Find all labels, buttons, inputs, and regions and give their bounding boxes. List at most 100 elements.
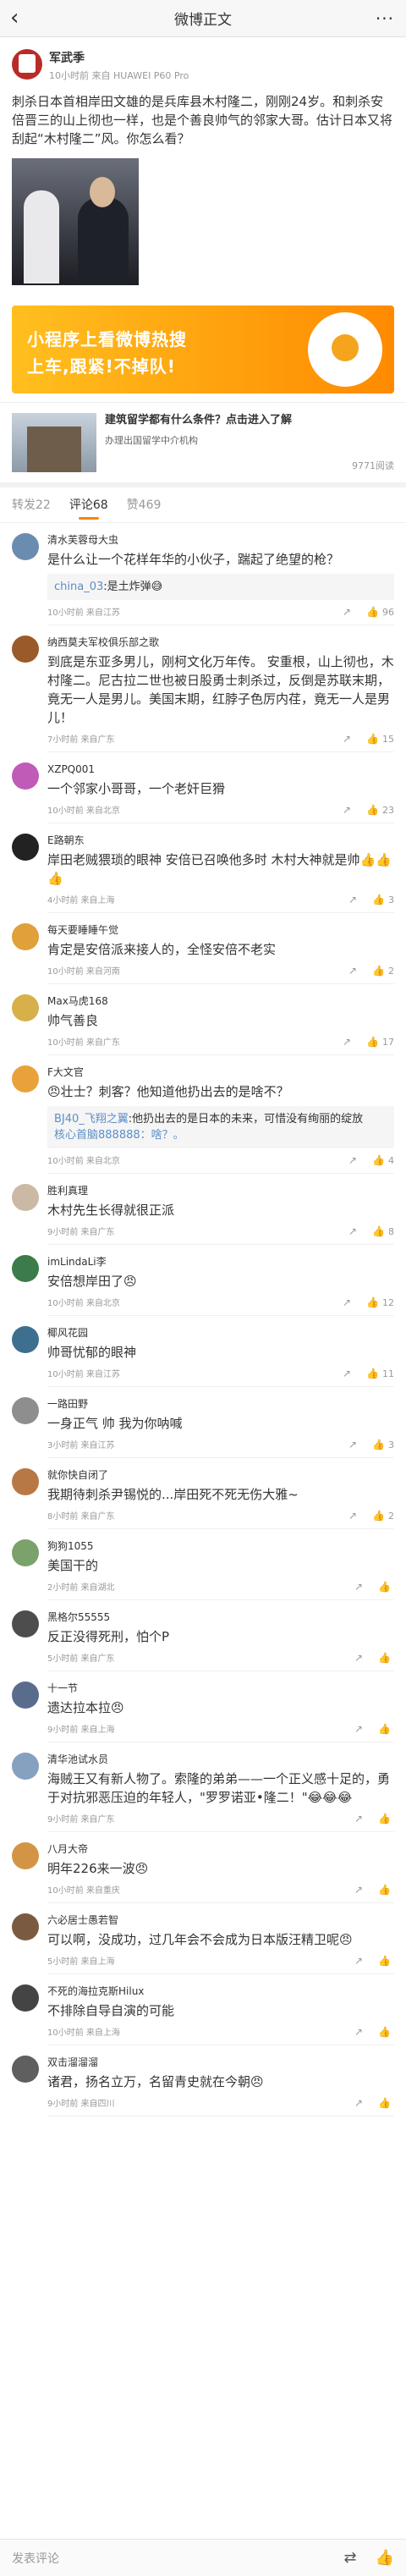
avatar[interactable] xyxy=(12,1397,39,1424)
share-icon[interactable]: ↗ xyxy=(354,2026,363,2038)
comment-item[interactable]: XZPQ001 一个邻家小哥哥，一个老奸巨猾 10小时前 来自北京 ↗ 👍 23 xyxy=(0,752,406,823)
share-icon[interactable]: ↗ xyxy=(354,1884,363,1896)
reply-preview[interactable]: china_03:是土炸弹😅 xyxy=(47,574,394,600)
avatar[interactable] xyxy=(12,533,39,560)
like-icon[interactable]: 👍 xyxy=(366,733,379,745)
comment-item[interactable]: imLindaLi李 安倍想岸田了😠 10小时前 来自北京 ↗ 👍 12 xyxy=(0,1245,406,1316)
like-icon[interactable]: 👍 xyxy=(376,2549,394,2567)
avatar[interactable] xyxy=(12,834,39,861)
commenter-name[interactable]: E路朝东 xyxy=(47,834,394,847)
comment-item[interactable]: 黑格尔55555 反正没得死刑，怕个P 5小时前 来自广东 ↗ 👍 xyxy=(0,1600,406,1671)
like-icon[interactable]: 👍 xyxy=(366,1036,379,1048)
comment-item[interactable]: E路朝东 岸田老贼猥琐的眼神 安倍已召唤他多时 木村大神就是帅👍👍👍 4小时前 来自… xyxy=(0,823,406,913)
commenter-name[interactable]: XZPQ001 xyxy=(47,762,394,776)
share-icon[interactable]: ↗ xyxy=(348,1510,357,1522)
like-icon[interactable]: 👍 xyxy=(372,1439,385,1450)
like-icon[interactable]: 👍 xyxy=(372,1225,385,1237)
reply-author[interactable]: china_03 xyxy=(54,581,103,593)
comment-item[interactable]: 胜利真理 木村先生长得就很正派 9小时前 来自广东 ↗ 👍 8 xyxy=(0,1174,406,1245)
commenter-name[interactable]: 椰风花园 xyxy=(47,1326,394,1340)
reply-preview[interactable]: BJ40_飞翔之翼:他扔出去的是日本的未来，可惜没有绚丽的绽放 核心首脑88888… xyxy=(47,1106,394,1148)
avatar[interactable] xyxy=(12,1984,39,2012)
like-icon[interactable]: 👍 xyxy=(378,1652,391,1664)
comment-item[interactable]: F大文官 😠壮士？刺客？他知道他扔出去的是啥不？ BJ40_飞翔之翼:他扔出去的是日… xyxy=(0,1055,406,1174)
chevron-left-icon[interactable]: ‹ xyxy=(10,7,30,30)
avatar[interactable] xyxy=(12,1753,39,1780)
like-icon[interactable]: 👍 xyxy=(372,965,385,977)
share-icon[interactable]: ↗ xyxy=(354,1955,363,1967)
avatar[interactable] xyxy=(12,1326,39,1353)
comment-item[interactable]: 就你快自闭了 我期待刺杀尹锡悦的...岸田死不死无伤大雅~ 8小时前 来自广东 ↗ 👍 2 xyxy=(0,1458,406,1529)
avatar[interactable] xyxy=(12,1610,39,1638)
avatar[interactable] xyxy=(12,1539,39,1566)
like-icon[interactable]: 👍 xyxy=(378,2097,391,2109)
comment-item[interactable]: 清水芙蓉母大虫 是什么让一个花样年华的小伙子，踹起了绝望的枪？ china_03:是… xyxy=(0,523,406,625)
share-icon[interactable]: ↗ xyxy=(354,1652,363,1664)
avatar[interactable] xyxy=(12,1065,39,1093)
like-icon[interactable]: 👍 xyxy=(372,1154,385,1166)
comment-item[interactable]: Max马虎168 帅气善良 10小时前 来自广东 ↗ 👍 17 xyxy=(0,984,406,1055)
commenter-name[interactable]: 一路田野 xyxy=(47,1397,394,1411)
commenter-name[interactable]: 清水芙蓉母大虫 xyxy=(47,533,394,547)
avatar[interactable] xyxy=(12,1913,39,1940)
share-icon[interactable]: ↗ xyxy=(348,1225,357,1237)
share-icon[interactable]: ↗ xyxy=(343,606,351,618)
avatar[interactable] xyxy=(12,1255,39,1282)
commenter-name[interactable]: 双击溜溜溜 xyxy=(47,2056,394,2069)
avatar[interactable] xyxy=(12,1184,39,1211)
commenter-name[interactable]: 清华池试水员 xyxy=(47,1753,394,1766)
ad-card[interactable]: 建筑留学都有什么条件？点击进入了解 办理出国留学中介机构 9771阅读 xyxy=(0,402,406,482)
commenter-name[interactable]: 狗狗1055 xyxy=(47,1539,394,1553)
author-name[interactable]: 军武季 xyxy=(49,49,189,66)
comment-item[interactable]: 清华池试水员 海贼王又有新人物了。索隆的弟弟——一个正义感十足的，勇于对抗邪恶压迫… xyxy=(0,1742,406,1832)
tab-likes[interactable]: 赞469 xyxy=(127,487,162,523)
commenter-name[interactable]: imLindaLi李 xyxy=(47,1255,394,1269)
post-author[interactable]: 军武季 10小时前 来自 HUAWEI P60 Pro xyxy=(12,49,394,82)
like-icon[interactable]: 👍 xyxy=(378,1581,391,1593)
commenter-name[interactable]: 十一节 xyxy=(47,1682,394,1695)
avatar[interactable] xyxy=(12,994,39,1021)
share-icon[interactable]: ↗ xyxy=(354,1581,363,1593)
commenter-name[interactable]: 黑格尔55555 xyxy=(47,1610,394,1624)
comment-input[interactable]: 发表评论 xyxy=(12,2550,325,2567)
commenter-name[interactable]: 纳西莫夫军校俱乐部之歌 xyxy=(47,636,394,649)
commenter-name[interactable]: 胜利真理 xyxy=(47,1184,394,1197)
like-icon[interactable]: 👍 xyxy=(366,1368,379,1379)
like-icon[interactable]: 👍 xyxy=(378,1813,391,1825)
like-icon[interactable]: 👍 xyxy=(366,606,379,618)
avatar[interactable] xyxy=(12,1842,39,1869)
comment-item[interactable]: 纳西莫夫军校俱乐部之歌 到底是东亚多男儿，刚柯文化万年传。 安重根，山上彻也，木村… xyxy=(0,625,406,752)
reply-author[interactable]: BJ40_飞翔之翼 xyxy=(54,1113,129,1126)
share-icon[interactable]: ↗ xyxy=(348,1439,357,1450)
commenter-name[interactable]: F大文官 xyxy=(47,1065,394,1079)
avatar[interactable] xyxy=(12,2056,39,2083)
comment-item[interactable]: 狗狗1055 美国干的 2小时前 来自湖北 ↗ 👍 xyxy=(0,1529,406,1600)
share-icon[interactable]: ↗ xyxy=(343,1296,351,1308)
comment-item[interactable]: 八月大帝 明年226来一波😠 10小时前 来自重庆 ↗ 👍 xyxy=(0,1832,406,1903)
like-icon[interactable]: 👍 xyxy=(366,1296,379,1308)
like-icon[interactable]: 👍 xyxy=(372,1510,385,1522)
ad-banner[interactable]: 小程序上看微博热搜 上车,跟紧!不掉队! xyxy=(12,305,394,394)
commenter-name[interactable]: Max马虎168 xyxy=(47,994,394,1008)
commenter-name[interactable]: 每天要睡睡午觉 xyxy=(47,923,394,937)
like-icon[interactable]: 👍 xyxy=(378,1884,391,1896)
like-icon[interactable]: 👍 xyxy=(372,894,385,905)
comment-item[interactable]: 椰风花园 帅哥忧郁的眼神 10小时前 来自江苏 ↗ 👍 11 xyxy=(0,1316,406,1387)
like-icon[interactable]: 👍 xyxy=(378,1955,391,1967)
tab-comments[interactable]: 评论68 xyxy=(69,487,108,523)
tab-repost[interactable]: 转发22 xyxy=(12,487,51,523)
comment-item[interactable]: 每天要睡睡午觉 肯定是安倍派来接人的，全怪安倍不老实 10小时前 来自河南 ↗ 👍 2 xyxy=(0,913,406,984)
commenter-name[interactable]: 八月大帝 xyxy=(47,1842,394,1856)
comment-item[interactable]: 双击溜溜溜 诸君，扬名立万，名留青史就在今朝😠 9小时前 来自四川 ↗ 👍 xyxy=(0,2045,406,2116)
like-icon[interactable]: 👍 xyxy=(378,1723,391,1735)
comment-item[interactable]: 十一节 遗达拉本拉😠 9小时前 来自上海 ↗ 👍 xyxy=(0,1671,406,1742)
like-icon[interactable]: 👍 xyxy=(366,804,379,816)
avatar[interactable] xyxy=(12,636,39,663)
share-icon[interactable]: ↗ xyxy=(348,965,357,977)
share-icon[interactable]: ↗ xyxy=(354,1723,363,1735)
more-dots-icon[interactable]: ··· xyxy=(376,8,394,29)
share-icon[interactable]: ↗ xyxy=(354,1813,363,1825)
share-icon[interactable]: ↗ xyxy=(348,894,357,905)
share-icon[interactable]: ↗ xyxy=(354,2097,363,2109)
avatar[interactable] xyxy=(12,49,42,80)
